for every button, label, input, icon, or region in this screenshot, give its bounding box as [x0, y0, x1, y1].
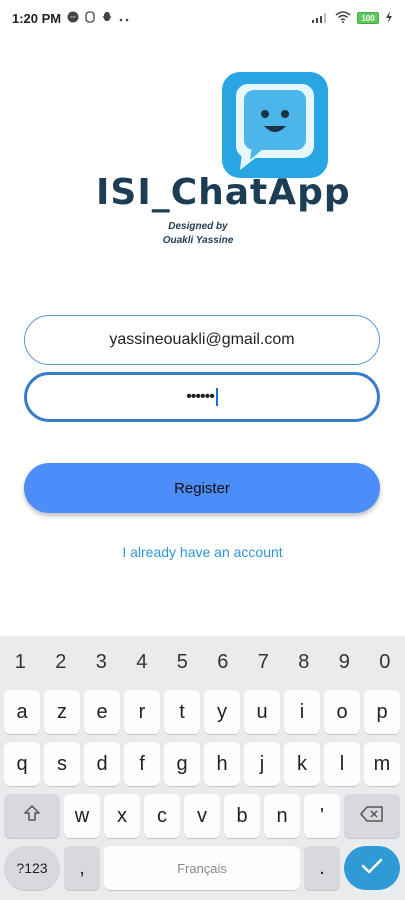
key-6[interactable]: 6 — [217, 651, 228, 674]
key-n[interactable]: n — [264, 794, 300, 838]
backspace-key[interactable] — [344, 794, 400, 838]
email-field[interactable]: yassineouakli@gmail.com — [24, 315, 380, 365]
status-bar-right: 100 — [311, 10, 393, 26]
period-key[interactable]: . — [304, 846, 340, 890]
messenger-icon — [67, 11, 79, 26]
charging-icon — [385, 10, 393, 26]
key-p[interactable]: p — [364, 690, 400, 734]
key-s[interactable]: s — [44, 742, 80, 786]
key-2[interactable]: 2 — [55, 651, 66, 674]
status-bar-left: 1:20 PM — [12, 11, 129, 26]
key-c[interactable]: c — [144, 794, 180, 838]
key-m[interactable]: m — [364, 742, 400, 786]
designer-credit: Designed by Ouakli Yassine — [152, 220, 244, 248]
key-u[interactable]: u — [244, 690, 280, 734]
register-button[interactable]: Register — [24, 463, 380, 513]
text-cursor — [215, 388, 218, 406]
space-key[interactable]: Français — [104, 846, 300, 890]
shift-key[interactable] — [4, 794, 60, 838]
key-0[interactable]: 0 — [379, 651, 390, 674]
notification-icon — [85, 10, 95, 26]
email-value: yassineouakli@gmail.com — [109, 331, 295, 348]
login-link[interactable]: I already have an account — [0, 544, 405, 560]
key-t[interactable]: t — [164, 690, 200, 734]
key-4[interactable]: 4 — [136, 651, 147, 674]
key-b[interactable]: b — [224, 794, 260, 838]
key-q[interactable]: q — [4, 742, 40, 786]
key-9[interactable]: 9 — [339, 651, 350, 674]
key-x[interactable]: x — [104, 794, 140, 838]
key-7[interactable]: 7 — [258, 651, 269, 674]
key-r[interactable]: r — [124, 690, 160, 734]
chat-bubble-icon — [222, 72, 328, 178]
key-e[interactable]: e — [84, 690, 120, 734]
symbols-key[interactable]: ?123 — [4, 846, 60, 890]
key-l[interactable]: l — [324, 742, 360, 786]
key-i[interactable]: i — [284, 690, 320, 734]
key-8[interactable]: 8 — [298, 651, 309, 674]
key-w[interactable]: w — [64, 794, 100, 838]
key-3[interactable]: 3 — [96, 651, 107, 674]
number-row: 1 2 3 4 5 6 7 8 9 0 — [0, 644, 405, 680]
more-notifications-icon — [119, 11, 129, 25]
key-o[interactable]: o — [324, 690, 360, 734]
key-1[interactable]: 1 — [15, 651, 26, 674]
designer-name: Ouakli Yassine — [162, 235, 234, 246]
soft-keyboard: 1 2 3 4 5 6 7 8 9 0 a z e r t y u i o p … — [0, 636, 405, 900]
key-z[interactable]: z — [44, 690, 80, 734]
signal-icon — [311, 11, 329, 26]
wifi-icon — [335, 10, 351, 26]
comma-key[interactable]: , — [64, 846, 100, 890]
password-field[interactable]: •••••• — [24, 372, 380, 422]
key-d[interactable]: d — [84, 742, 120, 786]
key-f[interactable]: f — [124, 742, 160, 786]
app-title: ISI_ChatApp — [96, 172, 351, 213]
snapchat-icon — [101, 11, 113, 26]
status-bar: 1:20 PM 100 — [0, 0, 405, 36]
register-screen: 1:20 PM 100 ISI_ChatApp Designed by Ouak… — [0, 0, 405, 900]
key-g[interactable]: g — [164, 742, 200, 786]
battery-icon: 100 — [357, 12, 379, 24]
key-k[interactable]: k — [284, 742, 320, 786]
key-j[interactable]: j — [244, 742, 280, 786]
key-h[interactable]: h — [204, 742, 240, 786]
key-5[interactable]: 5 — [177, 651, 188, 674]
status-time: 1:20 PM — [12, 10, 62, 26]
designed-by-label: Designed by — [168, 221, 228, 232]
key-y[interactable]: y — [204, 690, 240, 734]
password-value: •••••• — [186, 388, 215, 405]
backspace-icon — [360, 805, 384, 828]
key-v[interactable]: v — [184, 794, 220, 838]
enter-key[interactable] — [344, 846, 400, 890]
key-apostrophe[interactable]: ' — [304, 794, 340, 838]
shift-icon — [23, 804, 41, 828]
key-a[interactable]: a — [4, 690, 40, 734]
app-logo: ISI_ChatApp Designed by Ouakli Yassine — [92, 68, 350, 248]
check-icon — [361, 858, 383, 879]
